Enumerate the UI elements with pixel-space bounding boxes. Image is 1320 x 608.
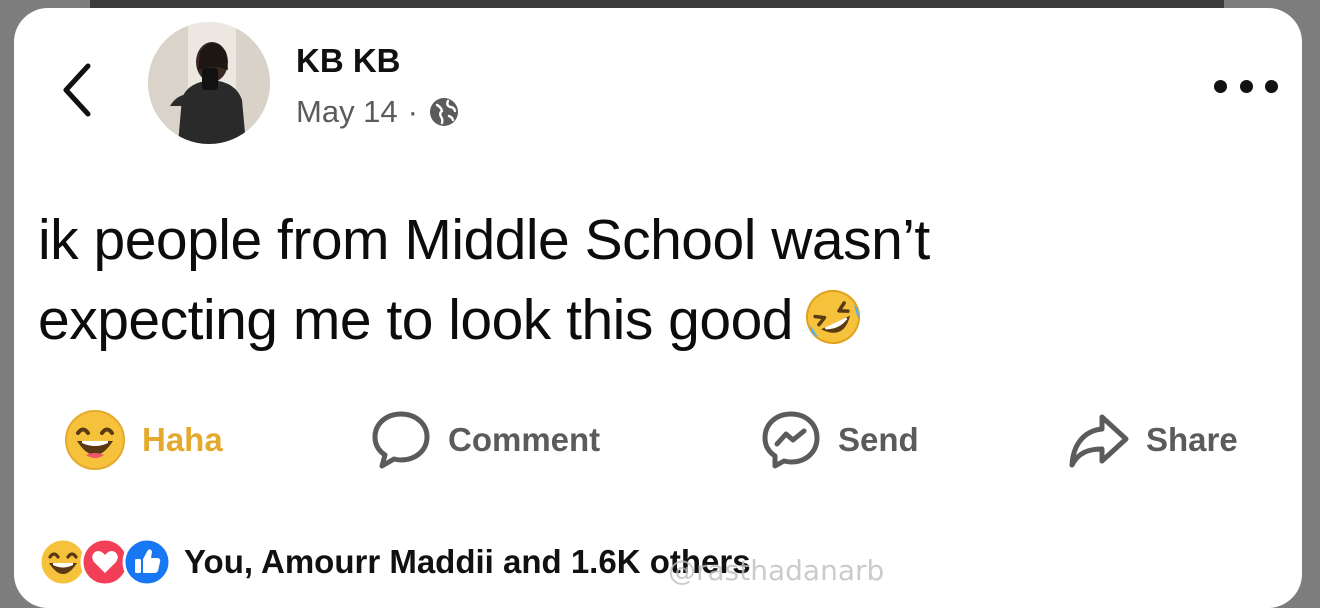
rolling-laughing-emoji-icon bbox=[801, 285, 865, 349]
comment-icon bbox=[372, 411, 430, 469]
comment-button[interactable]: Comment bbox=[370, 408, 600, 472]
send-label: Send bbox=[838, 421, 919, 458]
avatar-photo bbox=[148, 22, 270, 144]
messenger-icon bbox=[762, 411, 820, 469]
like-reaction-icon bbox=[122, 537, 172, 587]
dot-icon bbox=[1214, 79, 1227, 93]
globe-icon bbox=[428, 96, 460, 128]
watermark: @rasthadanarb bbox=[668, 554, 885, 587]
meta-separator: · bbox=[407, 94, 418, 129]
share-button[interactable]: Share bbox=[1068, 408, 1238, 472]
share-arrow-icon bbox=[1069, 414, 1129, 468]
haha-label: Haha bbox=[142, 421, 223, 458]
reaction-summary[interactable]: You, Amourr Maddii and 1.6K others bbox=[38, 534, 751, 590]
author-name[interactable]: KB KB bbox=[296, 42, 401, 80]
haha-reaction-button[interactable]: Haha bbox=[64, 408, 223, 472]
share-label: Share bbox=[1146, 421, 1238, 458]
dot-icon bbox=[1265, 79, 1278, 93]
post-text-line-2: expecting me to look this good bbox=[38, 288, 793, 352]
post-body: ik people from Middle School wasn’t expe… bbox=[38, 200, 1178, 360]
post-text-line-2-wrap: expecting me to look this good bbox=[38, 280, 1178, 360]
post-text-line-1: ik people from Middle School wasn’t bbox=[38, 208, 930, 272]
avatar[interactable] bbox=[148, 22, 270, 144]
back-button[interactable] bbox=[58, 60, 98, 120]
send-button[interactable]: Send bbox=[760, 408, 919, 472]
chevron-left-icon bbox=[63, 63, 91, 117]
post-actions: Haha Comment Send Share bbox=[14, 408, 1302, 472]
more-options-button[interactable] bbox=[1214, 74, 1278, 98]
top-edge-bar bbox=[90, 0, 1224, 8]
dot-icon bbox=[1239, 79, 1253, 93]
post-meta: May 14 · bbox=[296, 94, 460, 130]
haha-emoji-icon bbox=[65, 410, 125, 470]
reaction-icons bbox=[38, 537, 172, 587]
post-card: KB KB May 14 · ik people from Middle Sch… bbox=[14, 8, 1302, 608]
comment-label: Comment bbox=[448, 421, 601, 458]
post-date[interactable]: May 14 bbox=[296, 94, 398, 130]
reaction-summary-text: You, Amourr Maddii and 1.6K others bbox=[184, 543, 751, 580]
